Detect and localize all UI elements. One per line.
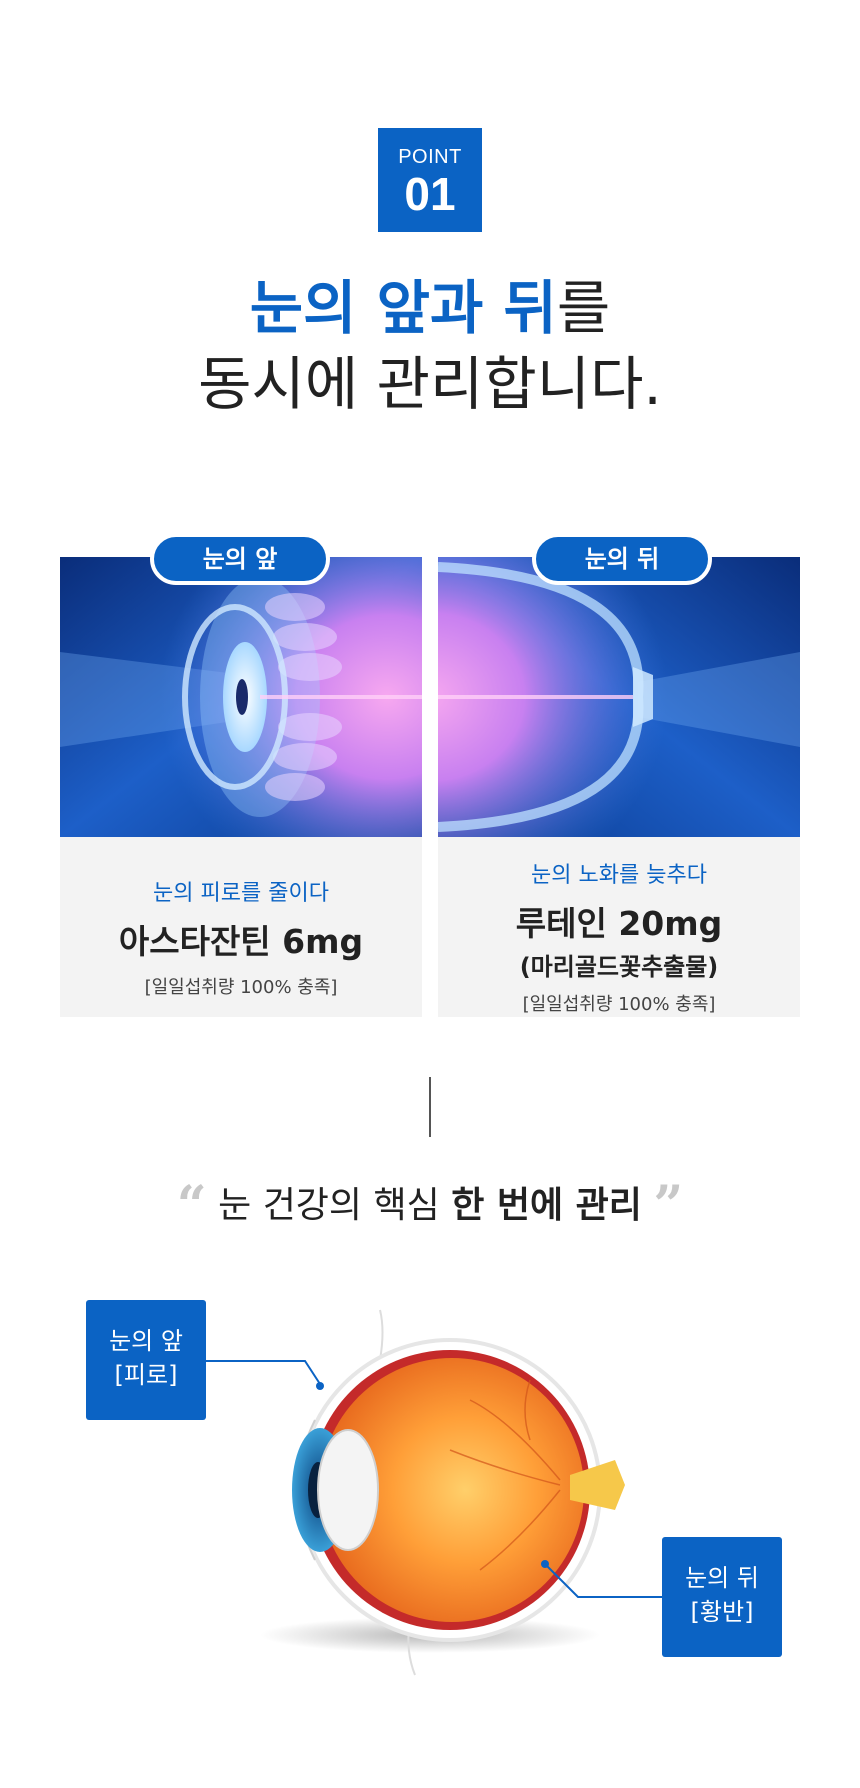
label-front-line2: [피로] [114, 1361, 178, 1389]
label-eye-back: 눈의 뒤 [황반] [662, 1537, 782, 1657]
label-front-line1: 눈의 앞 [109, 1327, 183, 1355]
pointer-lines [206, 1360, 662, 1598]
label-back-line1: 눈의 뒤 [685, 1564, 759, 1592]
label-back-line2: [황반] [690, 1598, 754, 1626]
label-eye-front: 눈의 앞 [피로] [86, 1300, 206, 1420]
